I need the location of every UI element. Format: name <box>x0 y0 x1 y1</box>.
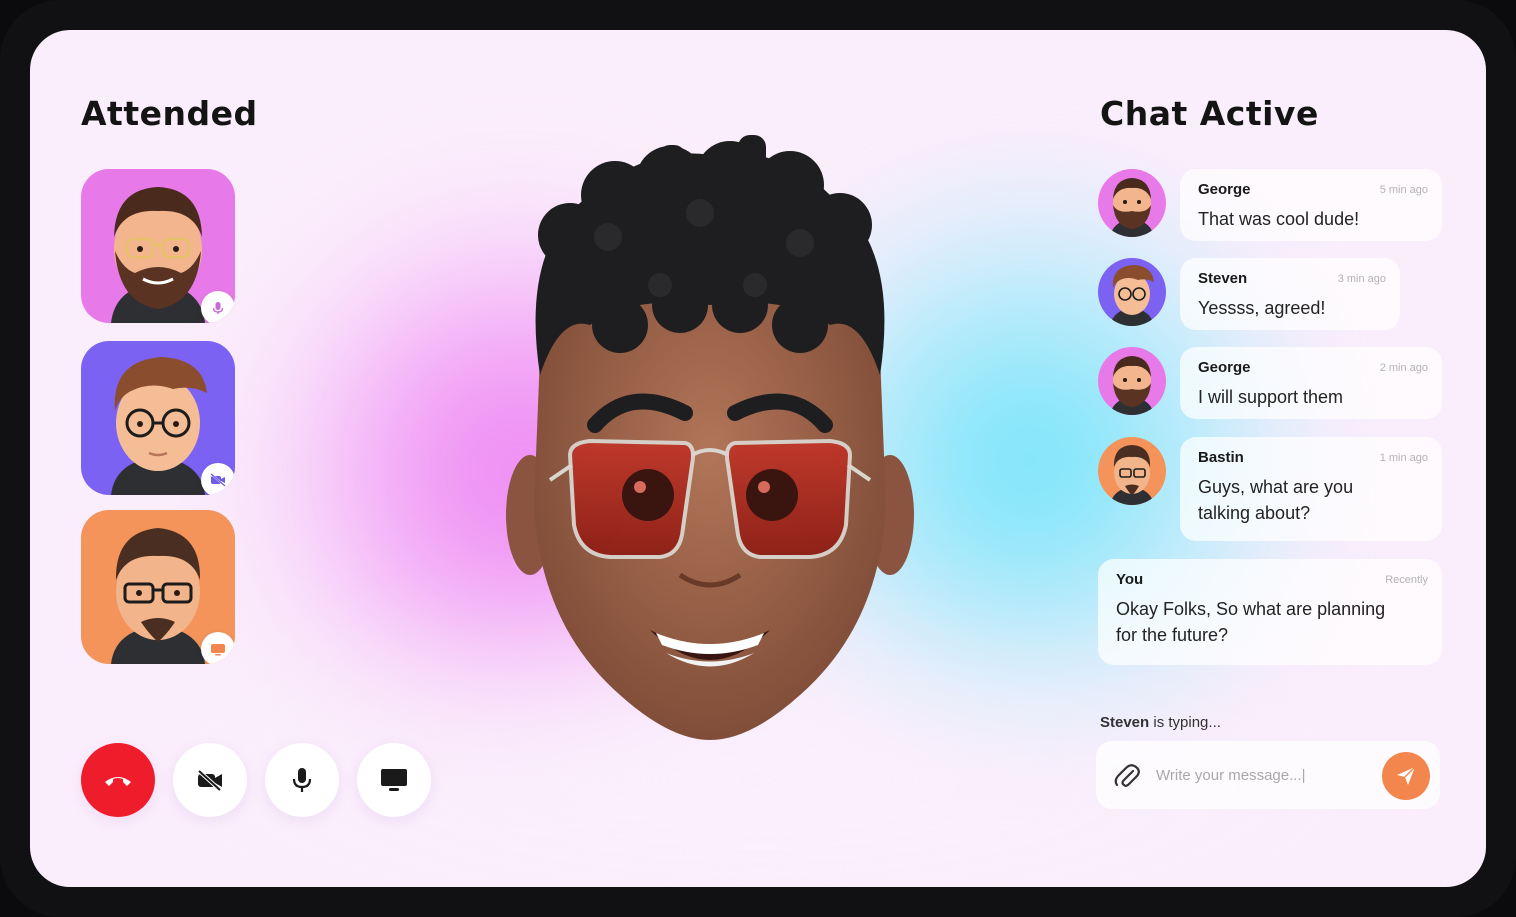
message-avatar-george <box>1098 169 1166 237</box>
message-text-line: Okay Folks, So what are planning <box>1116 599 1386 619</box>
tile-video-off-badge <box>201 463 235 495</box>
steven-avatar <box>1110 265 1154 326</box>
message-text: That was cool dude! <box>1198 209 1360 229</box>
end-call-button[interactable] <box>81 743 155 817</box>
video-call-screen: Attended Chat Active George 5 min ago Th… <box>30 30 1486 887</box>
message-text: Yessss, agreed! <box>1198 298 1326 318</box>
participant-tile-3[interactable] <box>81 510 235 664</box>
microphone-icon <box>212 302 224 314</box>
message-input[interactable] <box>1156 763 1356 787</box>
participant-tile-1[interactable] <box>81 169 235 323</box>
microphone-icon <box>292 768 312 792</box>
typing-text: is typing... <box>1149 714 1221 731</box>
toggle-video-button[interactable] <box>173 743 247 817</box>
message-text: Okay Folks, So what are planning for the… <box>1116 596 1426 648</box>
participant-tile-2[interactable] <box>81 341 235 495</box>
message-text-line: Guys, what are you <box>1198 477 1354 497</box>
typing-indicator: Steven is typing... <box>1100 714 1221 731</box>
message-time: 5 min ago <box>1379 184 1428 196</box>
message-time: 2 min ago <box>1379 362 1428 374</box>
message-text-line: for the future? <box>1116 625 1229 645</box>
tile-screen-badge <box>201 632 235 664</box>
message-time: 3 min ago <box>1337 273 1386 285</box>
chat-message-3: George 2 min ago I will support them <box>1180 347 1442 419</box>
chat-message-4: Bastin 1 min ago Guys, what are you talk… <box>1180 437 1442 541</box>
message-composer <box>1096 741 1440 809</box>
main-speaker-avatar <box>506 135 914 740</box>
screen-share-icon <box>381 769 407 791</box>
attended-title: Attended <box>81 94 258 133</box>
bastin-avatar <box>1110 445 1154 505</box>
message-avatar-bastin <box>1098 437 1166 505</box>
message-avatar-steven <box>1098 258 1166 326</box>
chat-message-own: You Recently Okay Folks, So what are pla… <box>1098 559 1442 665</box>
tile-mic-badge <box>201 291 235 323</box>
message-time: Recently <box>1385 574 1428 586</box>
george-avatar <box>1110 356 1154 415</box>
chat-title: Chat Active <box>1100 94 1319 133</box>
screen-share-icon <box>211 644 225 656</box>
typing-user: Steven <box>1100 714 1150 731</box>
attachment-icon[interactable] <box>1114 763 1140 789</box>
device-frame: Attended Chat Active George 5 min ago Th… <box>0 0 1516 917</box>
message-sender: You <box>1116 571 1144 588</box>
send-icon <box>1397 766 1416 785</box>
message-time: 1 min ago <box>1379 452 1428 464</box>
toggle-mic-button[interactable] <box>265 743 339 817</box>
george-avatar <box>1110 178 1154 237</box>
chat-message-2: Steven 3 min ago Yessss, agreed! <box>1180 258 1400 330</box>
message-avatar-george-2 <box>1098 347 1166 415</box>
share-screen-button[interactable] <box>357 743 431 817</box>
chat-message-1: George 5 min ago That was cool dude! <box>1180 169 1442 241</box>
message-text: I will support them <box>1198 387 1344 407</box>
video-off-icon <box>197 769 222 791</box>
send-button[interactable] <box>1382 752 1430 800</box>
end-call-icon <box>105 777 131 786</box>
message-text: Guys, what are you talking about? <box>1198 474 1426 526</box>
video-off-icon <box>210 473 226 487</box>
message-text-line: talking about? <box>1198 503 1311 523</box>
